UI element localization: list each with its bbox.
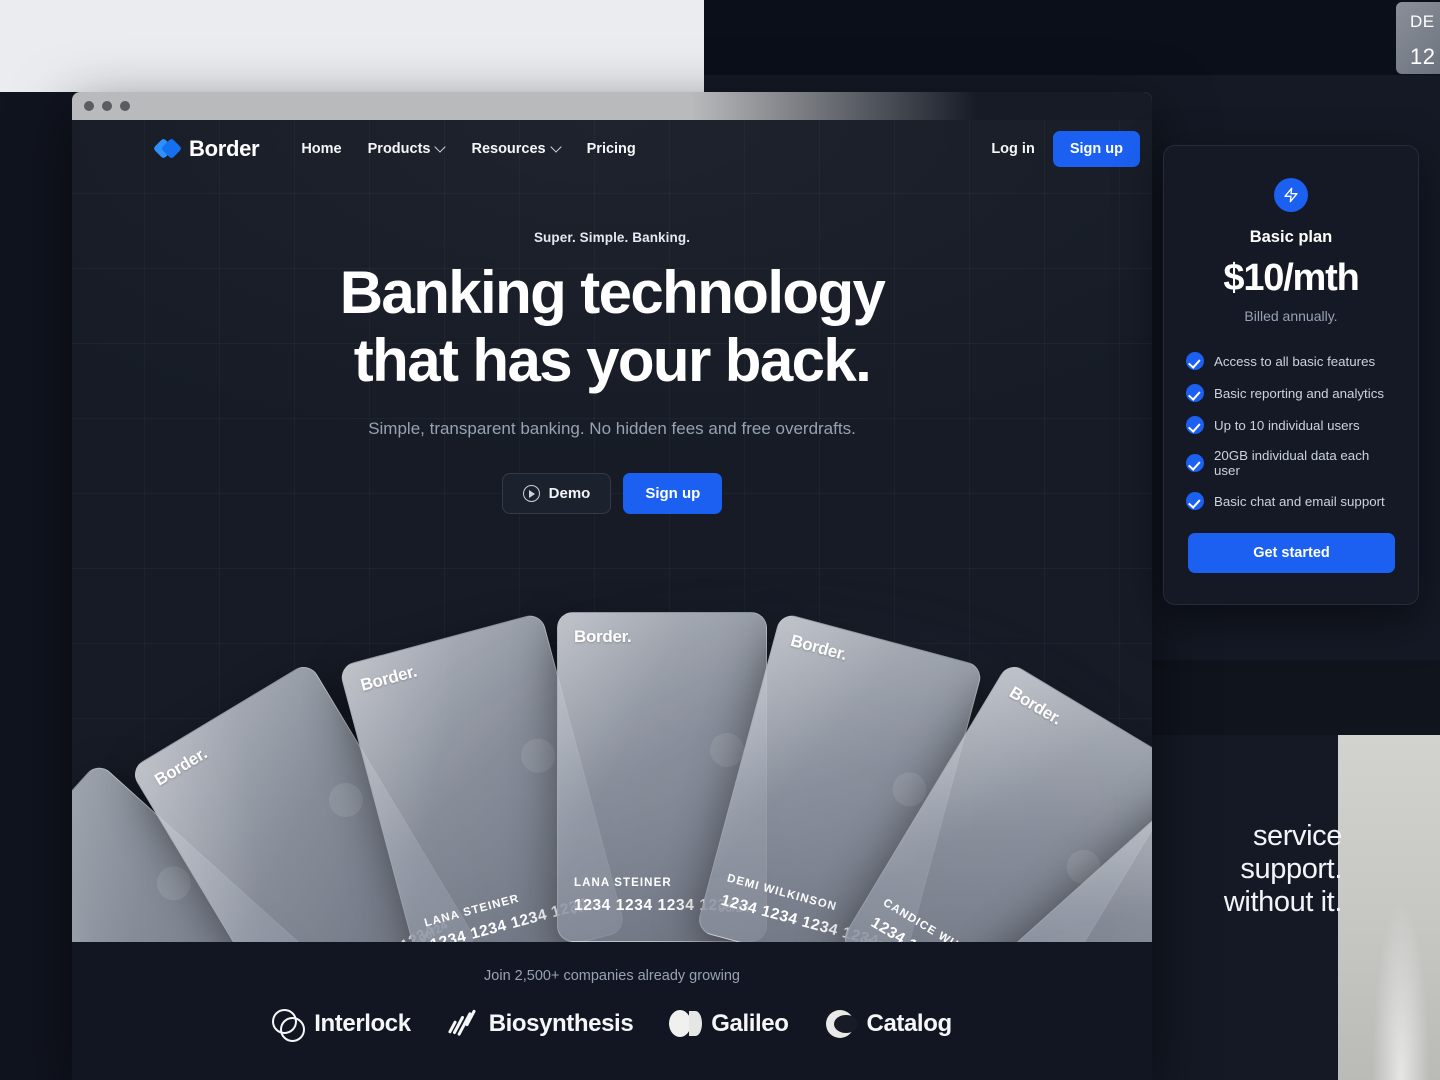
brand-logo[interactable]: Border [152,136,260,162]
get-started-button[interactable]: Get started [1188,533,1395,573]
nav-item-pricing[interactable]: Pricing [587,141,636,157]
demo-button-label: Demo [548,485,591,502]
background-dark-top [704,0,1440,75]
check-icon [1186,352,1204,370]
background-light-panel [0,0,704,92]
interlock-rings-icon [272,1008,306,1042]
card-holder: LANA STEINER [574,877,672,889]
list-item: Up to 10 individual users [1186,416,1396,434]
logo-catalog: Catalog [825,1008,952,1040]
card-brand: Border. [358,661,419,695]
customer-logos: Interlock Biosynthesis Galileo Catalog [72,1008,1152,1042]
nav-item-products-label: Products [367,141,431,157]
logo-interlock: Interlock [272,1008,411,1042]
hero-title-line-2: that has your back. [353,327,872,394]
card-brand: Border. [574,627,632,646]
nav-item-resources-label: Resources [471,141,546,157]
hero-signup-button[interactable]: Sign up [623,473,723,514]
hero-eyebrow: Super. Simple. Banking. [533,230,691,245]
card-brand: Border. [788,630,849,665]
background-dark-band [1152,660,1440,735]
logo-biosynthesis: Biosynthesis [447,1008,634,1040]
chevron-down-icon [552,143,561,152]
signup-button[interactable]: Sign up [1052,131,1140,167]
hero-section: Super. Simple. Banking. Banking technolo… [72,178,1152,514]
list-item: Access to all basic features [1186,352,1396,370]
close-icon[interactable] [84,101,94,111]
feature-label: Basic chat and email support [1214,493,1385,509]
nav-item-resources[interactable]: Resources [471,141,560,157]
screenshot-stage: DE 12 service support. without it. Borde… [0,0,1440,1080]
background-marketing-line-3: without it. [1223,886,1343,918]
list-item: 20GB individual data each user [1186,448,1396,478]
background-card-fragment-number: 12 [1410,44,1436,69]
nav-item-home[interactable]: Home [301,141,341,157]
card-chip-icon [710,733,744,767]
card-brand: Border. [151,743,211,790]
plan-price: $10/mth [1223,257,1359,299]
brand-name: Border [189,136,260,161]
background-marketing-text: service support. without it. [1152,820,1343,919]
background-marketing-line-1: service [1252,820,1342,852]
nav-item-home-label: Home [301,141,342,157]
play-icon [522,485,540,502]
browser-window: Border Home Products Resources Pricing L… [72,92,1152,1080]
background-marketing-line-2: support. [1240,853,1342,885]
catalog-c-icon [825,1008,858,1040]
feature-label: 20GB individual data each user [1214,448,1370,478]
logo-biosynthesis-label: Biosynthesis [488,1010,634,1037]
list-item: Basic reporting and analytics [1186,384,1396,402]
card-chip-icon [322,776,370,824]
social-proof-section: Join 2,500+ companies already growing In… [72,942,1152,1080]
nav-links: Home Products Resources Pricing [301,141,635,157]
biosynthesis-slashes-icon [447,1008,479,1040]
check-icon [1186,384,1204,402]
login-link[interactable]: Log in [991,141,1035,157]
hero-cta-group: Demo Sign up [72,473,1152,514]
browser-titlebar [72,92,1152,120]
logo-interlock-label: Interlock [314,1010,411,1037]
list-item: Basic chat and email support [1186,492,1396,510]
zoom-icon[interactable] [120,101,130,111]
background-photo [1338,735,1440,1080]
main-navigation: Border Home Products Resources Pricing L… [72,120,1152,178]
plan-features: Access to all basic features Basic repor… [1186,352,1396,510]
plan-name: Basic plan [1249,228,1333,246]
check-icon [1186,492,1204,510]
chevron-down-icon [436,143,445,152]
logo-galileo-label: Galileo [711,1010,789,1037]
card-fan-illustration: Border. PHOENIX BAKER 1234 1234 1234 123… [72,550,1152,1080]
feature-label: Up to 10 individual users [1214,417,1360,433]
background-card-fragment: DE 12 [1396,2,1440,74]
logo-galileo: Galileo [669,1008,789,1040]
website-viewport: Border Home Products Resources Pricing L… [72,120,1152,1080]
check-icon [1186,416,1204,434]
nav-item-pricing-label: Pricing [586,141,636,157]
social-proof-text: Join 2,500+ companies already growing [484,968,740,984]
hero-title-line-1: Banking technology [339,259,886,326]
check-icon [1186,454,1204,472]
feature-label: Access to all basic features [1214,353,1376,369]
hero-subtitle: Simple, transparent banking. No hidden f… [368,419,856,438]
background-card-fragment-label: DE [1410,12,1435,31]
minimize-icon[interactable] [102,101,112,111]
lightning-bolt-icon [1274,178,1308,212]
card-chip-icon [517,734,559,777]
feature-label: Basic reporting and analytics [1214,385,1384,401]
nav-item-products[interactable]: Products [368,141,446,157]
nav-actions: Log in Sign up [991,131,1152,167]
logo-catalog-label: Catalog [866,1010,953,1037]
demo-button[interactable]: Demo [501,473,612,514]
billing-note: Billed annually. [1244,308,1338,324]
border-logo-icon [152,137,183,160]
page-title: Banking technology that has your back. [72,259,1152,395]
card-brand: Border. [1006,682,1066,729]
galileo-moon-icon [669,1008,703,1040]
